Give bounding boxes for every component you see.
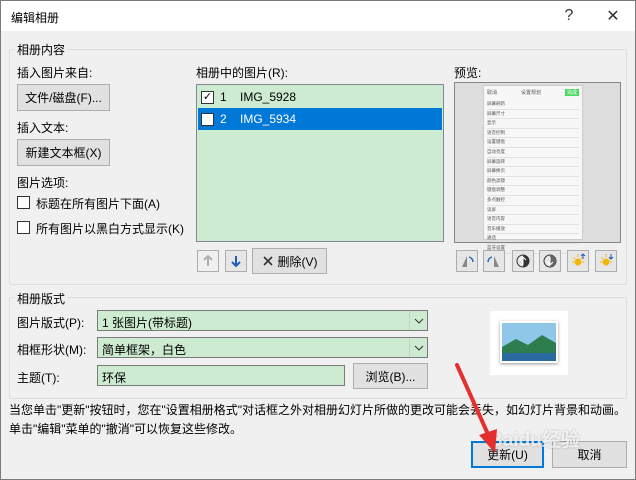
- list-item[interactable]: 2 IMG_5934: [198, 108, 442, 130]
- preview-label: 预览:: [454, 66, 482, 80]
- preview-phone-list: 屏幕刷新 屏幕尺寸 显示 语音控制 设置键盘 自动亮度 屏幕旋转 屏幕换页 颜色滤镜 键盘调整 多点…: [487, 100, 579, 254]
- preview-list-item: 自动亮度: [487, 148, 579, 158]
- preview-list-item: 语音控制: [487, 129, 579, 139]
- frame-shape-label: 相框形状(M):: [17, 343, 87, 357]
- new-textbox-button[interactable]: 新建文本框(X): [17, 139, 110, 166]
- close-button[interactable]: ✕: [593, 1, 633, 31]
- picture-number: 1: [220, 90, 227, 104]
- brightness-up-icon: [572, 253, 586, 266]
- thumbnail-frame: [500, 321, 558, 363]
- picture-checkbox[interactable]: [201, 113, 214, 126]
- contrast-up-icon: [516, 254, 530, 268]
- album-layout-label: 相册版式: [15, 290, 68, 307]
- move-down-button[interactable]: [225, 250, 247, 272]
- captions-below-checkbox[interactable]: [17, 196, 30, 209]
- file-disk-button[interactable]: 文件/磁盘(F)...: [17, 84, 110, 111]
- delete-label: 删除(V): [277, 254, 318, 269]
- album-content-label: 相册内容: [15, 41, 68, 58]
- list-item[interactable]: ✓ 1 IMG_5928: [198, 86, 442, 108]
- preview-list-item: 屏幕尺寸: [487, 110, 579, 120]
- preview-list-item: 语音内容: [487, 215, 579, 225]
- picture-name: IMG_5928: [240, 90, 297, 104]
- preview-list-item: 屏幕换页: [487, 167, 579, 177]
- picture-layout-label: 图片版式(P):: [17, 316, 85, 330]
- move-up-button[interactable]: [197, 250, 219, 272]
- picture-name: IMG_5934: [240, 112, 297, 126]
- brightness-down-icon: [600, 254, 614, 266]
- help-button[interactable]: ?: [549, 1, 589, 31]
- picture-checkbox[interactable]: ✓: [201, 91, 214, 104]
- rotate-left-button[interactable]: [456, 250, 478, 272]
- pictures-listbox[interactable]: ✓ 1 IMG_5928 2 IMG_5934: [196, 84, 444, 242]
- preview-header-right: 完成: [564, 88, 579, 96]
- preview-phone-screen: 取消 设置规划 完成 屏幕刷新 屏幕尺寸 显示 语音控制 设置键盘 自动亮度 屏幕旋转 屏幕换…: [483, 85, 583, 254]
- preview-header-left: 取消: [487, 89, 498, 96]
- browse-button[interactable]: 浏览(B)...: [353, 363, 428, 389]
- contrast-down-icon: [543, 254, 557, 268]
- insert-from-label: 插入图片来自:: [17, 66, 93, 80]
- less-brightness-button[interactable]: [595, 250, 617, 272]
- arrow-up-icon: [203, 255, 213, 266]
- preview-phone-header: 取消 设置规划 完成: [484, 86, 582, 98]
- picture-layout-select[interactable]: 1 张图片(带标题): [97, 310, 428, 331]
- frame-shape-value: 简单框架，白色: [102, 343, 187, 357]
- preview-list-item: 通话: [487, 234, 579, 244]
- preview-pane: 取消 设置规划 完成 屏幕刷新 屏幕尺寸 显示 语音控制 设置键盘 自动亮度 屏幕旋转 屏幕换…: [454, 82, 621, 254]
- delete-button[interactable]: 删除(V): [252, 248, 327, 274]
- chevron-down-icon: [409, 311, 427, 330]
- preview-list-item: 键盘调整: [487, 186, 579, 196]
- preview-list-item: 设置键盘: [487, 138, 579, 148]
- preview-list-item: 屏幕刷新: [487, 100, 579, 110]
- more-brightness-button[interactable]: [567, 250, 589, 272]
- arrow-down-icon: [231, 256, 241, 267]
- close-icon: ✕: [606, 8, 620, 25]
- preview-list-item: 颜色滤镜: [487, 177, 579, 187]
- chevron-down-icon: [409, 338, 427, 357]
- black-white-checkbox[interactable]: [17, 221, 30, 234]
- title-bar: 编辑相册 ? ✕: [1, 1, 635, 31]
- preview-list-item: 读屏: [487, 206, 579, 216]
- preview-list-item: 屏幕旋转: [487, 158, 579, 168]
- help-icon: ?: [564, 7, 574, 24]
- dialog-title: 编辑相册: [11, 11, 60, 25]
- annotation-arrow-icon: [455, 363, 497, 453]
- theme-value: 环保: [102, 371, 127, 385]
- theme-input[interactable]: 环保: [97, 365, 345, 386]
- picture-number: 2: [220, 112, 227, 126]
- black-white-label: 所有图片以黑白方式显示(K): [36, 222, 184, 236]
- theme-label: 主题(T):: [17, 371, 60, 385]
- preview-list-item: 显示: [487, 119, 579, 129]
- rotate-left-icon: [462, 256, 474, 267]
- more-contrast-button[interactable]: [512, 250, 534, 272]
- picture-options-label: 图片选项:: [17, 176, 69, 190]
- frame-shape-select[interactable]: 简单框架，白色: [97, 337, 428, 358]
- less-contrast-button[interactable]: [539, 250, 561, 272]
- preview-list-item: 多点触控: [487, 196, 579, 206]
- rotate-right-icon: [487, 256, 499, 267]
- edit-album-dialog: 编辑相册 ? ✕ 相册内容 插入图片来自: 文件/磁盘(F)... 插入文本: …: [0, 0, 636, 480]
- delete-x-icon: [262, 256, 273, 266]
- rotate-right-button[interactable]: [483, 250, 505, 272]
- captions-below-label: 标题在所有图片下面(A): [36, 197, 160, 211]
- preview-header-title: 设置规划: [520, 89, 541, 96]
- insert-text-label: 插入文本:: [17, 121, 69, 135]
- picture-layout-value: 1 张图片(带标题): [102, 316, 193, 330]
- preview-list-item: 音乐播放: [487, 225, 579, 235]
- landscape-image-icon: [502, 323, 556, 361]
- pictures-in-album-label: 相册中的图片(R):: [196, 66, 288, 80]
